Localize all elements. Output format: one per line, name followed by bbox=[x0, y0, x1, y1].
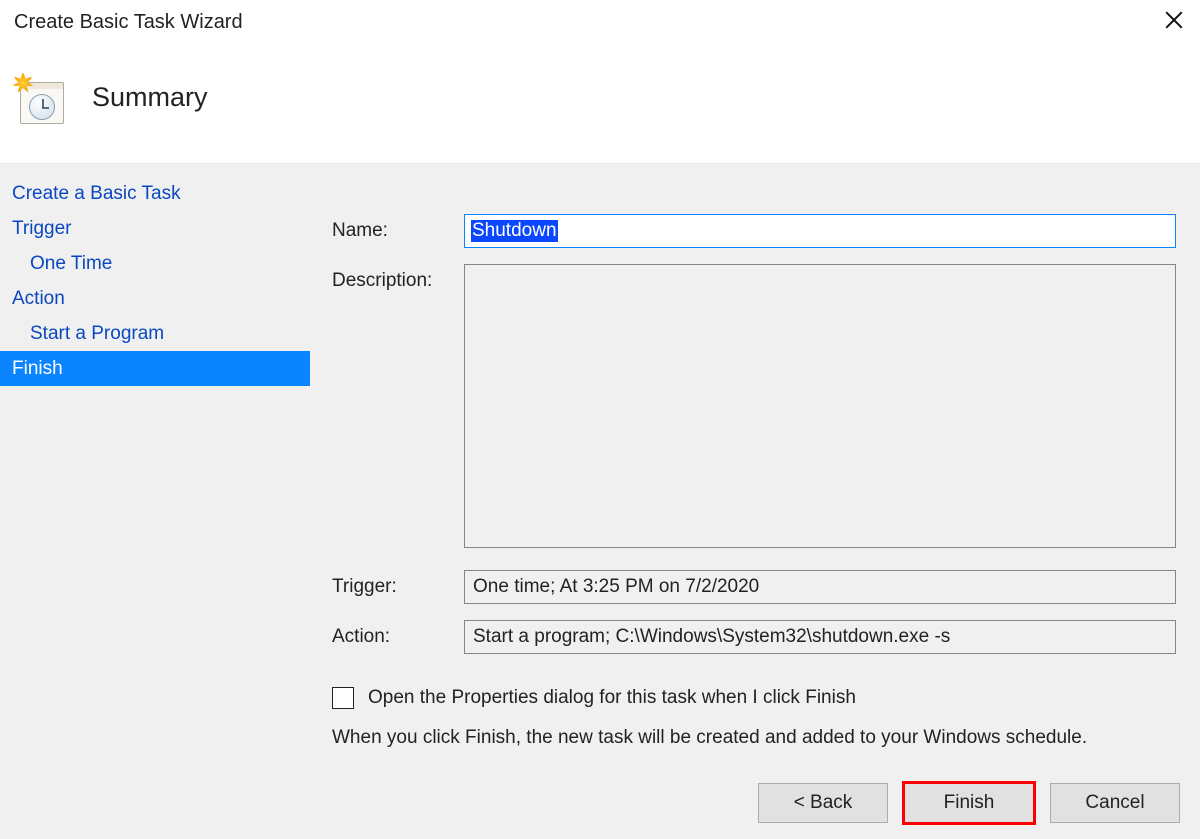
name-input-value: Shutdown bbox=[471, 220, 558, 242]
description-input[interactable] bbox=[464, 264, 1176, 548]
finish-hint-text: When you click Finish, the new task will… bbox=[332, 727, 1087, 749]
window-title: Create Basic Task Wizard bbox=[14, 7, 1158, 34]
row-action: Action: Start a program; C:\Windows\Syst… bbox=[332, 620, 1180, 654]
step-action[interactable]: Action bbox=[0, 281, 310, 316]
back-button[interactable]: < Back bbox=[758, 783, 888, 823]
open-properties-checkbox[interactable] bbox=[332, 687, 354, 709]
name-label: Name: bbox=[332, 214, 464, 242]
trigger-label: Trigger: bbox=[332, 570, 464, 598]
summary-form: Name: Shutdown Description: Trigger: One… bbox=[332, 214, 1180, 654]
step-trigger[interactable]: Trigger bbox=[0, 211, 310, 246]
task-scheduler-icon bbox=[14, 74, 66, 126]
titlebar: Create Basic Task Wizard bbox=[0, 0, 1200, 40]
row-name: Name: Shutdown bbox=[332, 214, 1180, 248]
open-properties-checkbox-row[interactable]: Open the Properties dialog for this task… bbox=[332, 687, 856, 709]
finish-button[interactable]: Finish bbox=[904, 783, 1034, 823]
trigger-value: One time; At 3:25 PM on 7/2/2020 bbox=[464, 570, 1176, 604]
step-finish[interactable]: Finish bbox=[0, 351, 310, 386]
open-properties-label: Open the Properties dialog for this task… bbox=[368, 687, 856, 709]
action-value: Start a program; C:\Windows\System32\shu… bbox=[464, 620, 1176, 654]
page-heading: Summary bbox=[92, 82, 208, 119]
wizard-steps-sidebar: Create a Basic Task Trigger One Time Act… bbox=[0, 164, 310, 386]
wizard-body: Create a Basic Task Trigger One Time Act… bbox=[0, 163, 1200, 839]
close-button[interactable] bbox=[1158, 4, 1190, 36]
close-icon bbox=[1165, 11, 1183, 29]
action-label: Action: bbox=[332, 620, 464, 648]
wizard-header: Summary bbox=[0, 40, 1200, 160]
row-description: Description: bbox=[332, 264, 1180, 554]
cancel-button[interactable]: Cancel bbox=[1050, 783, 1180, 823]
name-input[interactable]: Shutdown bbox=[464, 214, 1176, 248]
description-label: Description: bbox=[332, 264, 464, 292]
step-create-basic-task[interactable]: Create a Basic Task bbox=[0, 176, 310, 211]
step-one-time[interactable]: One Time bbox=[0, 246, 310, 281]
row-trigger: Trigger: One time; At 3:25 PM on 7/2/202… bbox=[332, 570, 1180, 604]
wizard-buttons: < Back Finish Cancel bbox=[758, 783, 1180, 823]
step-start-a-program[interactable]: Start a Program bbox=[0, 316, 310, 351]
